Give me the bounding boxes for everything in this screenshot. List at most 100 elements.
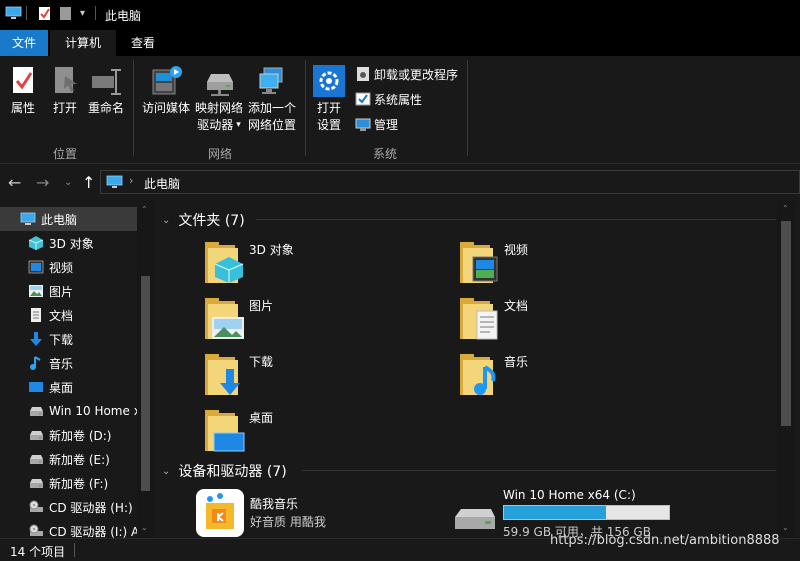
scroll-down-icon[interactable]: ⌄ xyxy=(782,523,789,532)
sidebar-item[interactable]: 图片 xyxy=(0,279,138,303)
sidebar-item[interactable]: CD 驱动器 (H:) xyxy=(0,495,138,519)
add-network-location-button[interactable]: 添加一个 网络位置 xyxy=(246,64,298,134)
scroll-up-icon[interactable]: ⌃ xyxy=(141,205,148,214)
drive-icon xyxy=(28,403,44,419)
properties-button[interactable]: 属性 xyxy=(5,64,41,117)
downloads-icon xyxy=(28,331,44,347)
network-drive-icon xyxy=(203,64,235,98)
sidebar-item[interactable]: 新加卷 (D:) xyxy=(0,423,138,447)
folder-tile[interactable]: 音乐 xyxy=(457,351,707,401)
access-media-button[interactable]: 访问媒体 xyxy=(140,64,192,117)
properties-label: 属性 xyxy=(10,101,35,115)
folder-tile[interactable]: 下载 xyxy=(202,351,452,401)
nav-scrollbar[interactable]: ⌃ ⌄ xyxy=(137,201,154,538)
map-drive-label-2: 驱动器 xyxy=(197,118,234,132)
folder-label: 音乐 xyxy=(504,355,529,369)
uninstall-program-button[interactable]: 卸载或更改程序 xyxy=(355,64,458,84)
address-path[interactable]: 此电脑 xyxy=(144,175,180,192)
address-field[interactable]: › 此电脑 xyxy=(100,170,800,194)
scroll-down-icon[interactable]: ⌄ xyxy=(141,523,148,532)
properties-icon xyxy=(7,64,39,98)
documents-icon xyxy=(28,307,44,323)
sidebar-item[interactable]: 文档 xyxy=(0,303,138,327)
sidebar-item-label: 此电脑 xyxy=(41,212,78,227)
sidebar-item[interactable]: 下载 xyxy=(0,327,138,351)
cd-drive-icon xyxy=(28,499,44,515)
sidebar-item-label: 新加卷 (F:) xyxy=(49,476,109,491)
access-media-label: 访问媒体 xyxy=(141,101,190,115)
documents-folder-icon xyxy=(457,295,499,340)
nav-scrollbar-thumb[interactable] xyxy=(141,276,150,491)
manage-icon xyxy=(355,116,371,132)
sidebar-item[interactable]: CD 驱动器 (I:) A xyxy=(0,519,138,538)
tab-file[interactable]: 文件 xyxy=(0,30,48,56)
properties-quick-icon[interactable] xyxy=(38,6,51,21)
folder-tile[interactable]: 视频 xyxy=(457,239,707,289)
drive-icon xyxy=(451,507,497,531)
new-folder-quick-icon[interactable] xyxy=(59,6,72,21)
folder-label: 视频 xyxy=(504,243,529,257)
sidebar-item[interactable]: 桌面 xyxy=(0,375,138,399)
device-subtitle: 好音质 用酷我 xyxy=(250,515,326,529)
pc-icon xyxy=(106,175,123,192)
device-tile-kuwo-music[interactable]: 酷我音乐 好音质 用酷我 xyxy=(196,489,446,538)
manage-label: 管理 xyxy=(374,117,399,132)
content-scrollbar-thumb[interactable] xyxy=(781,221,791,426)
open-settings-label-1: 打开 xyxy=(316,101,341,115)
drive-usage-bar xyxy=(503,505,670,520)
folder-label: 桌面 xyxy=(249,411,274,425)
separator xyxy=(26,6,27,20)
sidebar-item-label: 图片 xyxy=(49,284,74,299)
sidebar-item-label: 视频 xyxy=(49,260,74,275)
sidebar-item[interactable]: 此电脑 xyxy=(0,207,138,231)
sidebar-item[interactable]: 音乐 xyxy=(0,351,138,375)
pictures-icon xyxy=(28,283,44,299)
music-folder-icon xyxy=(457,351,499,395)
open-button[interactable]: 打开 xyxy=(47,64,83,117)
sidebar-item[interactable]: 新加卷 (F:) xyxy=(0,471,138,495)
device-tile-c-drive[interactable]: Win 10 Home x64 (C:) 59.9 GB 可用，共 156 GB xyxy=(451,487,781,538)
scroll-up-icon[interactable]: ⌃ xyxy=(782,204,789,213)
forward-arrow-icon[interactable]: → xyxy=(36,173,49,192)
folders-section-header[interactable]: ⌄ 文件夹 (7) xyxy=(162,210,245,230)
devices-section-header[interactable]: ⌄ 设备和驱动器 (7) xyxy=(162,461,287,481)
folder-tile[interactable]: 文档 xyxy=(457,295,707,345)
sidebar-item[interactable]: 新加卷 (E:) xyxy=(0,447,138,471)
drive-icon xyxy=(28,475,44,491)
content-scrollbar[interactable]: ⌃ ⌄ xyxy=(777,201,795,538)
uninstall-label: 卸载或更改程序 xyxy=(374,67,459,82)
up-arrow-icon[interactable]: ↑ xyxy=(82,173,95,192)
network-location-icon xyxy=(256,64,288,98)
group-location-label: 位置 xyxy=(52,147,77,161)
sidebar-item[interactable]: 视频 xyxy=(0,255,138,279)
chevron-down-icon: ⌄ xyxy=(162,465,171,477)
folder-label: 3D 对象 xyxy=(249,243,294,257)
tab-view[interactable]: 查看 xyxy=(118,30,168,56)
cd-drive-icon xyxy=(28,523,44,538)
rename-button[interactable]: 重命名 xyxy=(85,64,127,117)
folder-tile[interactable]: 图片 xyxy=(202,295,452,345)
item-count: 14 个项目 xyxy=(10,545,66,559)
sidebar-item-label: Win 10 Home x xyxy=(49,404,138,418)
folder-tile[interactable]: 3D 对象 xyxy=(202,239,452,289)
breadcrumb-chevron-icon[interactable]: › xyxy=(129,174,133,187)
sidebar-item[interactable]: Win 10 Home x xyxy=(0,399,138,423)
device-name: Win 10 Home x64 (C:) xyxy=(503,488,636,502)
back-arrow-icon[interactable]: ← xyxy=(8,173,21,192)
map-network-drive-button[interactable]: 映射网络 驱动器 ▾ xyxy=(194,64,244,134)
tab-computer[interactable]: 计算机 xyxy=(50,30,116,56)
chevron-down-icon: ▾ xyxy=(236,120,241,130)
system-properties-button[interactable]: 系统属性 xyxy=(355,89,422,109)
customize-quick-access-dropdown-icon[interactable]: ▾ xyxy=(80,8,85,19)
open-settings-button[interactable]: 打开 设置 xyxy=(311,64,347,134)
kuwo-music-icon xyxy=(196,489,244,537)
recent-locations-chevron-icon[interactable]: ⌄ xyxy=(64,177,72,188)
device-name: 酷我音乐 xyxy=(250,497,299,511)
folder-tile[interactable]: 桌面 xyxy=(202,407,452,457)
ribbon-tabs: 文件 计算机 查看 xyxy=(0,30,800,56)
video-icon xyxy=(28,259,44,275)
sidebar-item[interactable]: 3D 对象 xyxy=(0,231,138,255)
music-icon xyxy=(28,355,44,371)
folder-label: 文档 xyxy=(504,299,529,313)
manage-button[interactable]: 管理 xyxy=(355,114,398,134)
